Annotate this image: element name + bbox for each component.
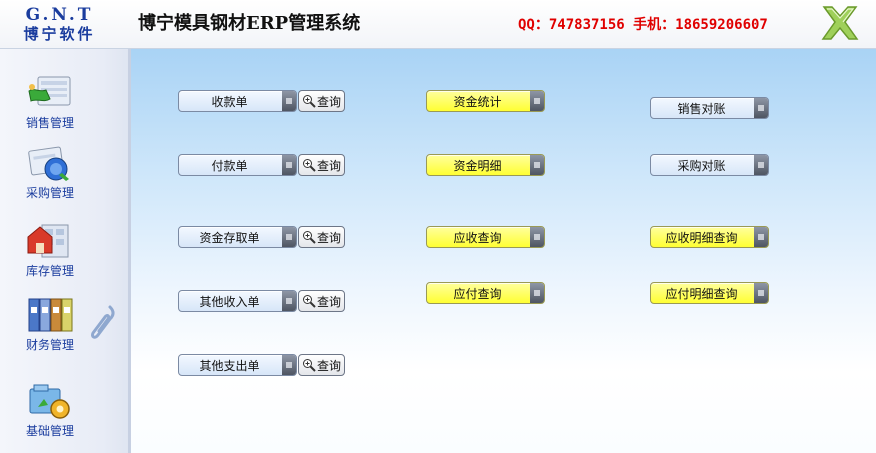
sidebar-item-inventory[interactable]: 库存管理 — [0, 221, 100, 279]
grid-handle-icon — [754, 227, 768, 247]
grid-handle-icon — [754, 98, 768, 118]
sidebar-item-label: 财务管理 — [25, 338, 74, 352]
button-label: 资金存取单 — [199, 230, 260, 245]
close-button[interactable] — [818, 3, 862, 45]
grid-handle-icon — [530, 91, 544, 111]
receivable-detail-query-button[interactable]: 应收明细查询 — [650, 226, 769, 248]
button-label: 应付明细查询 — [665, 286, 738, 301]
button-label: 收款单 — [211, 94, 248, 109]
magnifier-icon — [303, 359, 316, 372]
fund-deposit-query-button[interactable]: 查询 — [298, 226, 345, 248]
grid-handle-icon — [530, 283, 544, 303]
settings-icon — [29, 384, 70, 419]
payment-query-button[interactable]: 查询 — [298, 154, 345, 176]
button-label: 其他收入单 — [199, 294, 260, 309]
magnifier-icon — [303, 95, 316, 108]
grid-handle-icon — [754, 283, 768, 303]
magnifier-icon — [303, 231, 316, 244]
query-label: 查询 — [317, 358, 342, 373]
payable-query-button[interactable]: 应付查询 — [426, 282, 545, 304]
fund-deposit-button[interactable]: 资金存取单 — [178, 226, 297, 248]
app-title: 博宁模具钢材ERP管理系统 — [138, 13, 361, 34]
button-label: 应付查询 — [453, 286, 502, 301]
sidebar-item-sales[interactable]: 销售管理 — [0, 73, 100, 131]
sidebar-item-label: 销售管理 — [25, 116, 74, 130]
sales-reconcile-button[interactable]: 销售对账 — [650, 97, 769, 119]
query-label: 查询 — [317, 158, 342, 173]
sidebar-item-label: 库存管理 — [25, 264, 74, 278]
payable-detail-query-button[interactable]: 应付明细查询 — [650, 282, 769, 304]
inventory-icon — [27, 224, 69, 258]
receivable-query-button[interactable]: 应收查询 — [426, 226, 545, 248]
query-label: 查询 — [317, 230, 342, 245]
payment-button[interactable]: 付款单 — [178, 154, 297, 176]
other-income-query-button[interactable]: 查询 — [298, 290, 345, 312]
other-income-button[interactable]: 其他收入单 — [178, 290, 297, 312]
purchase-icon — [28, 146, 69, 181]
button-label: 应收明细查询 — [665, 230, 738, 245]
fund-statistics-button[interactable]: 资金统计 — [426, 90, 545, 112]
finance-icon — [28, 298, 73, 332]
other-expense-button[interactable]: 其他支出单 — [178, 354, 297, 376]
close-x-icon — [821, 6, 859, 40]
sales-icon — [28, 76, 71, 106]
sidebar-item-label: 基础管理 — [25, 424, 74, 438]
query-label: 查询 — [317, 294, 342, 309]
logo-bottom-text: 博宁软件 — [23, 25, 96, 43]
receipt-query-button[interactable]: 查询 — [298, 90, 345, 112]
sidebar-item-settings[interactable]: 基础管理 — [0, 381, 100, 439]
button-label: 应收查询 — [453, 230, 502, 245]
logo-top-text: G.N.T — [25, 5, 94, 25]
grid-handle-icon — [282, 91, 296, 111]
paperclip-icon — [91, 305, 115, 339]
contact-info: QQ：747837156 手机：18659206607 — [518, 17, 768, 33]
grid-handle-icon — [282, 291, 296, 311]
query-label: 查询 — [317, 94, 342, 109]
button-label: 资金明细 — [453, 158, 502, 173]
sidebar-item-purchase[interactable]: 采购管理 — [0, 143, 100, 201]
grid-handle-icon — [282, 227, 296, 247]
magnifier-icon — [303, 295, 316, 308]
button-label: 资金统计 — [453, 94, 502, 109]
sidebar: 销售管理 采购管理 库存管理 财务管理 基础管理 — [0, 49, 131, 453]
other-expense-query-button[interactable]: 查询 — [298, 354, 345, 376]
grid-handle-icon — [754, 155, 768, 175]
sidebar-item-label: 采购管理 — [25, 186, 74, 200]
button-label: 其他支出单 — [199, 358, 260, 373]
fund-detail-button[interactable]: 资金明细 — [426, 154, 545, 176]
main-panel: 收款单 查询 付款单 查询 资金存取单 查询 其他收入单 查询 其他支出单 查询… — [131, 49, 876, 453]
receipt-button[interactable]: 收款单 — [178, 90, 297, 112]
header-bar: G.N.T 博宁软件 博宁模具钢材ERP管理系统 QQ：747837156 手机… — [0, 0, 876, 49]
grid-handle-icon — [530, 227, 544, 247]
button-label: 付款单 — [211, 158, 248, 173]
magnifier-icon — [303, 159, 316, 172]
purchase-reconcile-button[interactable]: 采购对账 — [650, 154, 769, 176]
brand-logo: G.N.T 博宁软件 — [12, 6, 107, 46]
grid-handle-icon — [282, 155, 296, 175]
sidebar-item-finance[interactable]: 财务管理 — [0, 295, 100, 353]
button-label: 销售对账 — [677, 101, 726, 116]
button-label: 采购对账 — [677, 158, 726, 173]
grid-handle-icon — [530, 155, 544, 175]
grid-handle-icon — [282, 355, 296, 375]
